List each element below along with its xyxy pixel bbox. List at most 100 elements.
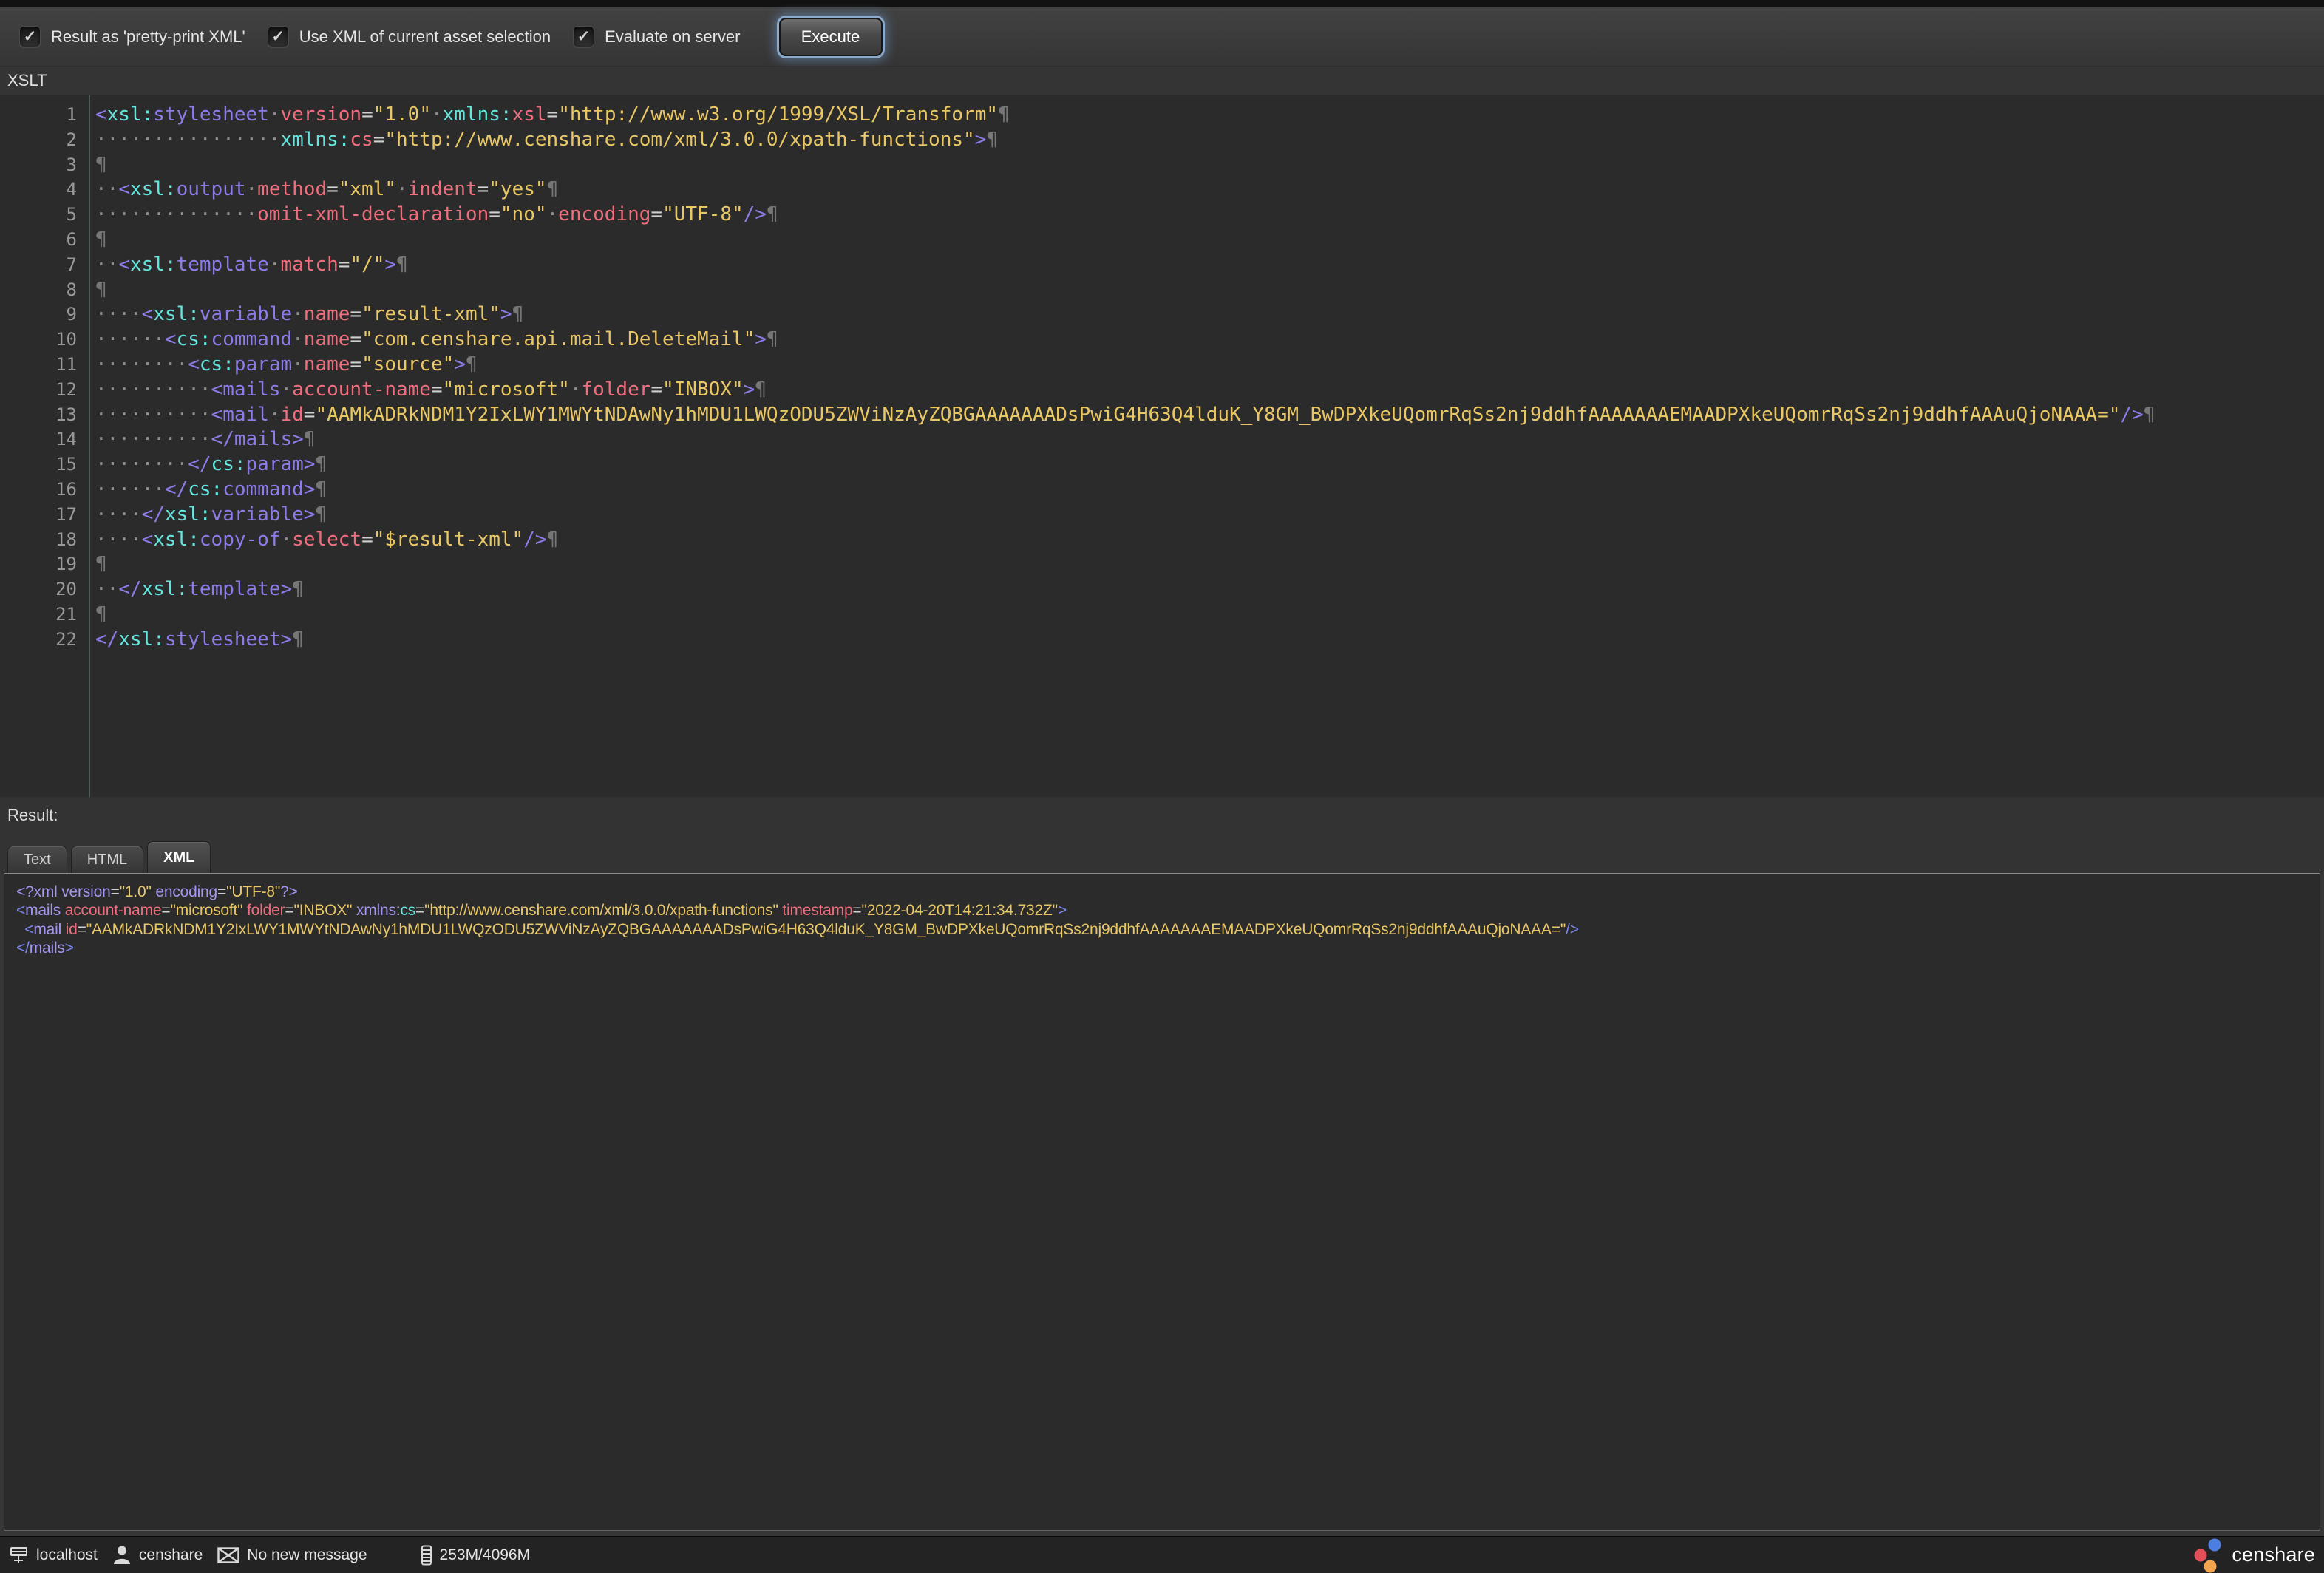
result-line: </mails> xyxy=(16,939,2312,957)
checkbox-label: Evaluate on server xyxy=(605,27,740,47)
checkbox-checked-icon[interactable]: ✓ xyxy=(573,26,594,47)
code-line: 11········<cs:param·name="source">¶ xyxy=(0,353,2324,378)
xslt-code-editor[interactable]: 1<xsl:stylesheet·version="1.0"·xmlns:xsl… xyxy=(0,95,2324,797)
line-number: 18 xyxy=(0,528,90,553)
result-xml-panel[interactable]: <?xml version="1.0" encoding="UTF-8"?><m… xyxy=(4,873,2320,1531)
code-line-text: ····<xsl:variable·name="result-xml">¶ xyxy=(90,302,523,327)
code-line-text: ········</cs:param>¶ xyxy=(90,452,327,478)
checkbox-checked-icon[interactable]: ✓ xyxy=(19,26,41,47)
code-line-text: </xsl:stylesheet>¶ xyxy=(90,628,304,653)
checkbox-label: Use XML of current asset selection xyxy=(299,27,551,47)
line-number: 10 xyxy=(0,327,90,353)
tab-html[interactable]: HTML xyxy=(71,846,143,873)
code-line: 3¶ xyxy=(0,153,2324,178)
code-line: 1<xsl:stylesheet·version="1.0"·xmlns:xsl… xyxy=(0,103,2324,128)
code-line-text: ··········</mails>¶ xyxy=(90,427,315,452)
code-line: 8¶ xyxy=(0,278,2324,303)
line-number: 6 xyxy=(0,228,90,253)
code-line-text: ··<xsl:output·method="xml"·indent="yes"¶ xyxy=(90,177,558,203)
code-line: 13··········<mail·id="AAMkADRkNDM1Y2IxLW… xyxy=(0,403,2324,428)
xslt-section-label: XSLT xyxy=(0,67,2324,95)
code-line: 19¶ xyxy=(0,552,2324,577)
line-number: 17 xyxy=(0,503,90,528)
code-line: 16······</cs:command>¶ xyxy=(0,478,2324,503)
code-line-text: ······</cs:command>¶ xyxy=(90,478,327,503)
code-line-text: ¶ xyxy=(90,602,107,628)
checkbox-use-xml-of-current-asset-selection[interactable]: ✓ Use XML of current asset selection xyxy=(268,26,551,47)
code-line-text: ··········<mails·account-name="microsoft… xyxy=(90,378,767,403)
code-line: 17····</xsl:variable>¶ xyxy=(0,503,2324,528)
status-host-label: localhost xyxy=(36,1546,98,1564)
line-number: 16 xyxy=(0,478,90,503)
code-line-text: ··</xsl:template>¶ xyxy=(90,577,304,602)
line-number: 3 xyxy=(0,153,90,178)
code-line-text: ····<xsl:copy-of·select="$result-xml"/>¶ xyxy=(90,528,558,553)
checkbox-checked-icon[interactable]: ✓ xyxy=(268,26,289,47)
code-line-text: ¶ xyxy=(90,552,107,577)
checkbox-evaluate-on-server[interactable]: ✓ Evaluate on server xyxy=(573,26,740,47)
result-label: Result: xyxy=(0,797,2324,825)
execute-button[interactable]: Execute xyxy=(779,18,883,56)
line-number: 14 xyxy=(0,427,90,452)
checkbox-label: Result as 'pretty-print XML' xyxy=(51,27,245,47)
status-message[interactable]: No new message xyxy=(217,1546,367,1564)
result-lines: <?xml version="1.0" encoding="UTF-8"?><m… xyxy=(16,883,2312,958)
code-line-text: ····</xsl:variable>¶ xyxy=(90,503,327,528)
code-line-text: ················xmlns:cs="http://www.cen… xyxy=(90,128,998,153)
tab-text[interactable]: Text xyxy=(7,846,67,873)
line-number: 4 xyxy=(0,177,90,203)
memory-icon xyxy=(421,1545,432,1566)
code-line-text: ········<cs:param·name="source">¶ xyxy=(90,353,478,378)
status-message-label: No new message xyxy=(247,1546,367,1564)
status-bar: localhost censhare No new message xyxy=(0,1536,2324,1573)
status-memory-label: 253M/4096M xyxy=(440,1546,531,1564)
censhare-logo: censhare xyxy=(2193,1538,2315,1573)
code-lines: 1<xsl:stylesheet·version="1.0"·xmlns:xsl… xyxy=(0,103,2324,653)
line-number: 2 xyxy=(0,128,90,153)
checkbox-pretty-print-xml[interactable]: ✓ Result as 'pretty-print XML' xyxy=(19,26,245,47)
censhare-xslt-tool-window: ✓ Result as 'pretty-print XML' ✓ Use XML… xyxy=(0,0,2324,1573)
code-line: 15········</cs:param>¶ xyxy=(0,452,2324,478)
code-line: 2················xmlns:cs="http://www.ce… xyxy=(0,128,2324,153)
censhare-logo-icon xyxy=(2193,1538,2227,1573)
code-line: 6¶ xyxy=(0,228,2324,253)
line-number: 11 xyxy=(0,353,90,378)
window-top-strip xyxy=(0,0,2324,7)
censhare-logo-text: censhare xyxy=(2232,1543,2315,1566)
status-memory[interactable]: 253M/4096M xyxy=(421,1545,531,1566)
code-line: 14··········</mails>¶ xyxy=(0,427,2324,452)
status-host[interactable]: localhost xyxy=(9,1545,98,1565)
line-number: 21 xyxy=(0,602,90,628)
line-number: 20 xyxy=(0,577,90,602)
line-number: 22 xyxy=(0,628,90,653)
code-line-text: ··<xsl:template·match="/">¶ xyxy=(90,253,408,278)
line-number: 8 xyxy=(0,278,90,303)
code-line-text: ¶ xyxy=(90,278,107,303)
line-number: 5 xyxy=(0,203,90,228)
code-line: 21¶ xyxy=(0,602,2324,628)
code-line: 4··<xsl:output·method="xml"·indent="yes"… xyxy=(0,177,2324,203)
toolbar: ✓ Result as 'pretty-print XML' ✓ Use XML… xyxy=(0,7,2324,67)
code-line-text: ¶ xyxy=(90,228,107,253)
code-line: 7··<xsl:template·match="/">¶ xyxy=(0,253,2324,278)
result-line: <mail id="AAMkADRkNDM1Y2IxLWY1MWYtNDAwNy… xyxy=(16,920,2312,939)
result-line: <mails account-name="microsoft" folder="… xyxy=(16,901,2312,920)
line-number: 15 xyxy=(0,452,90,478)
line-number: 19 xyxy=(0,552,90,577)
code-line: 22</xsl:stylesheet>¶ xyxy=(0,628,2324,653)
line-number: 1 xyxy=(0,103,90,128)
code-line-text: ······<cs:command·name="com.censhare.api… xyxy=(90,327,778,353)
status-user[interactable]: censhare xyxy=(112,1545,203,1565)
user-icon xyxy=(112,1545,132,1565)
result-section: Result: Text HTML XML xyxy=(0,797,2324,873)
server-icon xyxy=(9,1545,29,1565)
code-line: 5··············omit-xml-declaration="no"… xyxy=(0,203,2324,228)
code-line: 18····<xsl:copy-of·select="$result-xml"/… xyxy=(0,528,2324,553)
code-line-text: ¶ xyxy=(90,153,107,178)
code-line: 10······<cs:command·name="com.censhare.a… xyxy=(0,327,2324,353)
code-line: 12··········<mails·account-name="microso… xyxy=(0,378,2324,403)
code-line: 9····<xsl:variable·name="result-xml">¶ xyxy=(0,302,2324,327)
tab-xml[interactable]: XML xyxy=(147,841,211,873)
result-tabs: Text HTML XML xyxy=(7,841,211,873)
envelope-icon xyxy=(217,1547,239,1563)
